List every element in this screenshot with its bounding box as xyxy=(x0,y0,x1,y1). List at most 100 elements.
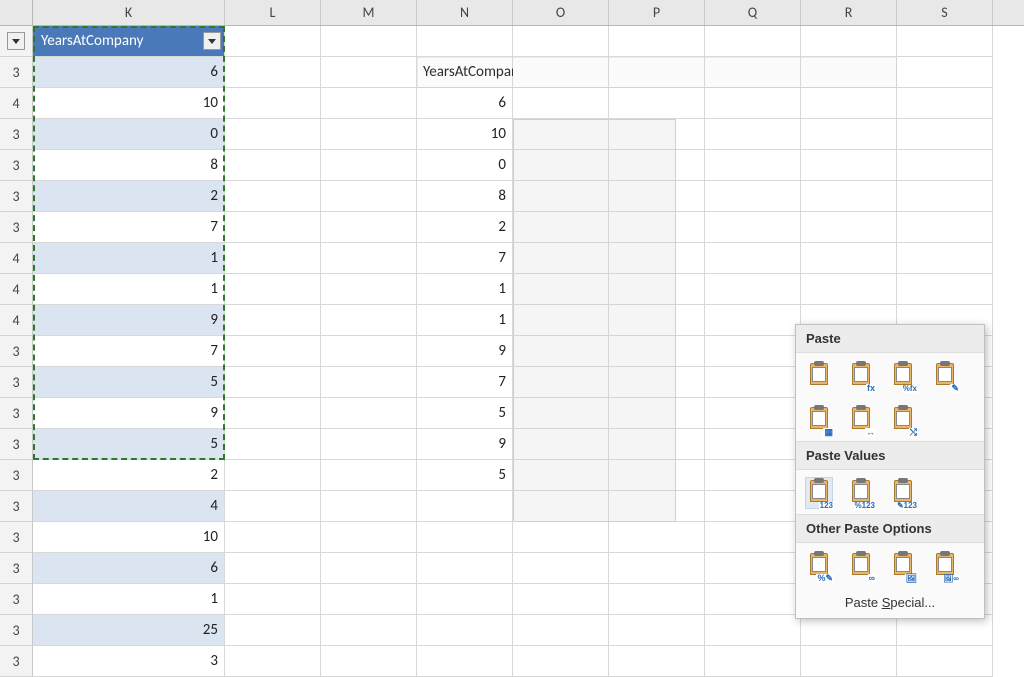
cell-R[interactable] xyxy=(801,274,897,305)
paste-values-source-icon[interactable]: ✎123 xyxy=(890,478,916,508)
cell-k[interactable]: 6 xyxy=(33,553,225,584)
cell-O[interactable] xyxy=(513,460,609,491)
cell-M[interactable] xyxy=(321,553,417,584)
cell-P[interactable] xyxy=(609,553,705,584)
cell-S[interactable] xyxy=(897,181,993,212)
cell-L[interactable] xyxy=(225,367,321,398)
cell-O[interactable] xyxy=(513,274,609,305)
cell-Q[interactable] xyxy=(705,212,801,243)
cell-Q[interactable] xyxy=(705,57,801,88)
cell-M[interactable] xyxy=(321,119,417,150)
cell-M[interactable] xyxy=(321,181,417,212)
cell-Q[interactable] xyxy=(705,553,801,584)
cell-k[interactable]: 1 xyxy=(33,274,225,305)
column-header-L[interactable]: L xyxy=(225,0,321,25)
row-header[interactable]: 4 xyxy=(0,243,33,274)
cell-L[interactable] xyxy=(225,212,321,243)
cell-L[interactable] xyxy=(225,150,321,181)
cell-M[interactable] xyxy=(321,522,417,553)
cell-k[interactable]: 4 xyxy=(33,491,225,522)
row-header[interactable]: 4 xyxy=(0,274,33,305)
cell-P[interactable] xyxy=(609,460,705,491)
cell-k[interactable]: 3 xyxy=(33,646,225,677)
row-header[interactable]: 3 xyxy=(0,150,33,181)
cell-k[interactable]: 7 xyxy=(33,336,225,367)
cell-N[interactable]: 2 xyxy=(417,212,513,243)
row-header[interactable]: 3 xyxy=(0,646,33,677)
cell-P[interactable] xyxy=(609,367,705,398)
cell-Q[interactable] xyxy=(705,491,801,522)
cell-L[interactable] xyxy=(225,584,321,615)
cell-M[interactable] xyxy=(321,150,417,181)
column-header-Q[interactable]: Q xyxy=(705,0,801,25)
cell-k[interactable]: 2 xyxy=(33,460,225,491)
cell-L[interactable] xyxy=(225,522,321,553)
cell-O[interactable] xyxy=(513,305,609,336)
cell-P[interactable] xyxy=(609,336,705,367)
cell-L[interactable] xyxy=(225,429,321,460)
cell-k[interactable]: 9 xyxy=(33,305,225,336)
row-header[interactable]: 4 xyxy=(0,88,33,119)
cell-P[interactable] xyxy=(609,522,705,553)
cell-N[interactable]: 0 xyxy=(417,150,513,181)
paste-transpose-icon[interactable]: ⤭ xyxy=(890,405,916,435)
table-header-yearsatcompany[interactable]: YearsAtCompany xyxy=(33,26,225,57)
cell-N[interactable]: 5 xyxy=(417,460,513,491)
paste-linked-picture-icon[interactable]: 🖼∞ xyxy=(932,551,958,581)
cell-Q[interactable] xyxy=(705,522,801,553)
paste-values-number-icon[interactable]: %123 xyxy=(848,478,874,508)
cell-M[interactable] xyxy=(321,212,417,243)
cell-M[interactable] xyxy=(321,615,417,646)
column-header-K[interactable]: K xyxy=(33,0,225,25)
filter-button-prev-col[interactable] xyxy=(7,32,25,50)
cell-S[interactable] xyxy=(897,243,993,274)
cell-N[interactable] xyxy=(417,584,513,615)
cell-P[interactable] xyxy=(609,646,705,677)
cell-N[interactable] xyxy=(417,553,513,584)
cell-k[interactable]: 25 xyxy=(33,615,225,646)
column-header-R[interactable]: R xyxy=(801,0,897,25)
paste-no-borders-icon[interactable]: ▦ xyxy=(806,405,832,435)
cell-P[interactable] xyxy=(609,305,705,336)
cell-S[interactable] xyxy=(897,615,993,646)
cell-M[interactable] xyxy=(321,646,417,677)
paste-formulas-number-icon[interactable]: %fx xyxy=(890,361,916,391)
cell-k[interactable]: 7 xyxy=(33,212,225,243)
cell-O[interactable] xyxy=(513,522,609,553)
grid-body[interactable]: Paste fx%fx✎ ▦↔⤭ Paste Values 123%123✎12… xyxy=(0,26,1024,677)
cell-N[interactable]: YearsAtCompany xyxy=(417,57,513,88)
cell-O[interactable] xyxy=(513,88,609,119)
paste-formatting-icon[interactable]: %✎ xyxy=(806,551,832,581)
cell-M[interactable] xyxy=(321,243,417,274)
cell-N[interactable] xyxy=(417,615,513,646)
paste-link-icon[interactable]: ∞ xyxy=(848,551,874,581)
cell-R[interactable] xyxy=(801,181,897,212)
cell-O[interactable] xyxy=(513,646,609,677)
select-all-corner[interactable] xyxy=(0,0,33,25)
cell-P[interactable] xyxy=(609,491,705,522)
cell-L[interactable] xyxy=(225,398,321,429)
cell-L[interactable] xyxy=(225,181,321,212)
cell-N[interactable] xyxy=(417,646,513,677)
paste-values-icon[interactable]: 123 xyxy=(806,478,832,508)
cell-P[interactable] xyxy=(609,429,705,460)
row-header[interactable]: 3 xyxy=(0,398,33,429)
cell-L[interactable] xyxy=(225,336,321,367)
cell-O[interactable] xyxy=(513,429,609,460)
cell-k[interactable]: 0 xyxy=(33,119,225,150)
row-header[interactable]: 3 xyxy=(0,57,33,88)
cell-k[interactable]: 5 xyxy=(33,367,225,398)
cell-O[interactable] xyxy=(513,26,609,57)
row-header[interactable]: 3 xyxy=(0,522,33,553)
row-header[interactable]: 3 xyxy=(0,615,33,646)
cell-N[interactable] xyxy=(417,26,513,57)
cell-L[interactable] xyxy=(225,26,321,57)
row-header[interactable]: 3 xyxy=(0,212,33,243)
paste-keep-source-icon[interactable]: ✎ xyxy=(932,361,958,391)
cell-Q[interactable] xyxy=(705,88,801,119)
cell-R[interactable] xyxy=(801,88,897,119)
filter-button-yearsatcompany[interactable] xyxy=(203,32,221,50)
cell-S[interactable] xyxy=(897,57,993,88)
cell-Q[interactable] xyxy=(705,460,801,491)
paste-special-item[interactable]: Paste Special... xyxy=(796,587,984,614)
